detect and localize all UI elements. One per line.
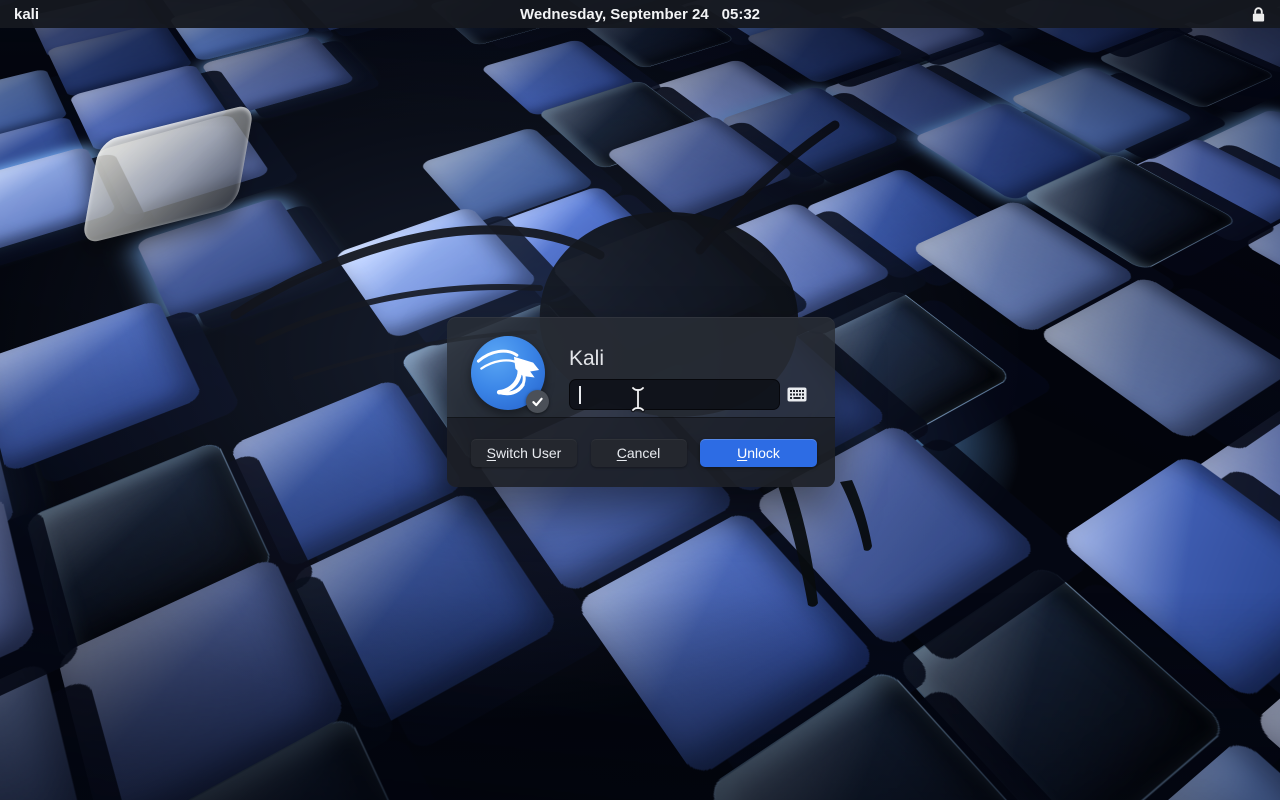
- cancel-button[interactable]: Cancel: [590, 438, 687, 467]
- hostname-label: kali: [14, 5, 40, 23]
- time-label: 05:32: [721, 5, 761, 23]
- text-caret: [579, 386, 581, 404]
- switch-user-button[interactable]: Switch User: [471, 438, 577, 467]
- check-icon: [532, 397, 543, 407]
- clock: Wednesday, September 24 05:32: [0, 6, 1280, 23]
- unlock-button[interactable]: Unlock: [700, 438, 817, 467]
- keyboard-icon[interactable]: [784, 384, 810, 405]
- date-label: Wednesday, September 24: [519, 5, 709, 23]
- checkmark-badge: [526, 390, 549, 413]
- top-panel: kali Wednesday, September 24 05:32: [0, 0, 1280, 28]
- password-input[interactable]: [569, 379, 780, 410]
- avatar: [471, 336, 549, 413]
- dialog-actions: Switch User Cancel Unlock: [447, 417, 835, 487]
- lock-screen: kali Wednesday, September 24 05:32 Kali …: [0, 0, 1280, 800]
- lock-icon: [1251, 6, 1266, 23]
- unlock-dialog: Kali Switch User Cancel Unlock: [447, 317, 835, 487]
- username-label: Kali: [569, 347, 605, 370]
